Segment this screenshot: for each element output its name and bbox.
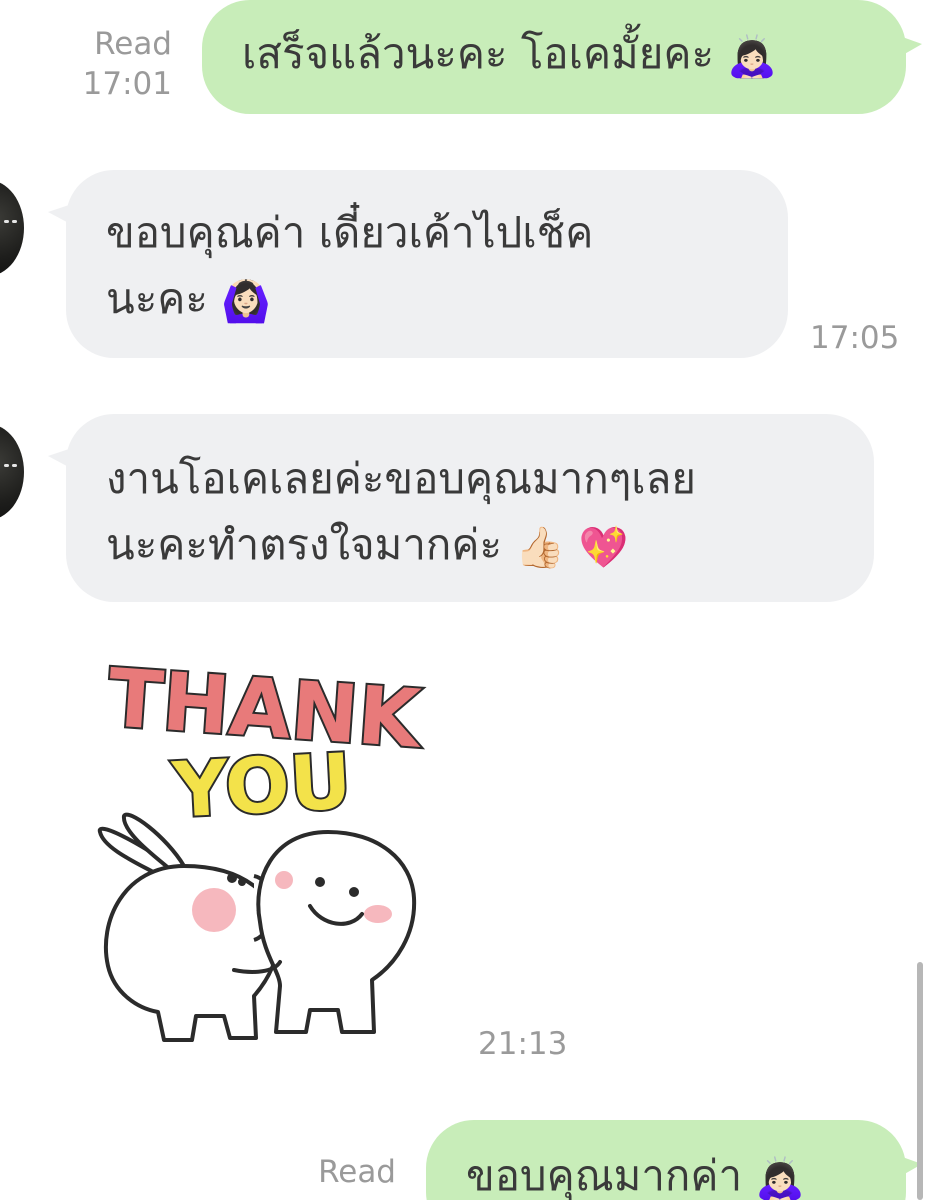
sparkling-heart-icon: 💖 [578,524,629,571]
scrollbar-thumb[interactable] [917,962,923,1200]
chat-thread[interactable]: Read 17:01 เสร็จแล้วนะคะ โอเคมั้ยคะ 🙇🏻‍♀… [0,0,932,1200]
incoming-message-bubble[interactable]: ขอบคุณค่า เดี๋ยวเค้าไปเช็ค นะคะ 🙆🏻‍♀️ [48,170,788,358]
message-meta: Read 17:01 [60,24,172,104]
message-text-line: นะคะทำตรงใจมากค่ะ [106,520,503,569]
message-time: 21:13 [478,1026,568,1062]
bunny-character [98,812,281,1042]
thumbs-up-icon: 👍🏻 [515,524,566,571]
outgoing-message-bubble[interactable]: เสร็จแล้วนะคะ โอเคมั้ยคะ 🙇🏻‍♀️ [202,0,922,114]
message-text-line: งานโอเคเลยค่ะขอบคุณมากๆเลย [106,454,697,503]
person-bowing-icon: 🙇🏻‍♀️ [755,1155,806,1200]
message-meta: Read [284,1152,396,1192]
incoming-message-bubble[interactable]: งานโอเคเลยค่ะขอบคุณมากๆเลย นะคะทำตรงใจมา… [48,414,874,602]
contact-avatar[interactable] [0,424,24,520]
sticker-image: THANK YOU [98,649,428,1042]
message-text: เสร็จแล้วนะคะ โอเคมั้ยคะ [242,29,715,78]
message-text-line: ขอบคุณค่า เดี๋ยวเค้าไปเช็ค [106,208,594,257]
read-receipt: Read [318,1154,396,1190]
message-text-line: นะคะ [106,274,208,323]
message-time: 17:05 [810,320,900,356]
message-time: 17:01 [82,66,172,102]
person-bowing-icon: 🙇🏻‍♀️ [727,33,778,80]
message-text: ขอบคุณมากค่า [466,1151,743,1200]
sticker-word-you: YOU [169,736,353,834]
round-character [256,830,417,1034]
contact-avatar[interactable] [0,180,24,276]
person-gesturing-ok-icon: 🙆🏻‍♀️ [221,278,272,325]
outgoing-message-bubble[interactable]: ขอบคุณมากค่า 🙇🏻‍♀️ [426,1120,922,1200]
read-receipt: Read [94,26,172,62]
thank-you-sticker[interactable]: THANK YOU [84,640,444,1050]
